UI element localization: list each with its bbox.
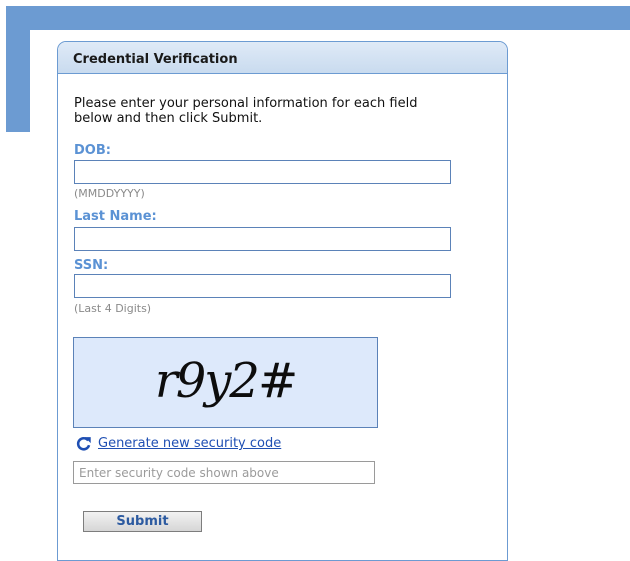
panel-title: Credential Verification (58, 42, 507, 74)
credential-verification-panel: Credential Verification Please enter you… (57, 41, 508, 561)
instructions-text: Please enter your personal information f… (74, 96, 418, 126)
generate-security-code-link[interactable]: Generate new security code (75, 435, 281, 452)
dob-label: DOB: (74, 143, 111, 158)
header-band (6, 6, 630, 30)
ssn-input[interactable] (74, 274, 451, 298)
ssn-hint: (Last 4 Digits) (74, 302, 152, 315)
dob-input[interactable] (74, 160, 451, 184)
submit-button[interactable]: Submit (83, 511, 202, 532)
captcha-image: r9y2# (73, 337, 378, 428)
last-name-label: Last Name: (74, 209, 157, 224)
side-band (6, 6, 30, 132)
generate-security-code-label: Generate new security code (98, 436, 282, 451)
security-code-input[interactable] (73, 461, 375, 484)
captcha-text: r9y2# (154, 353, 298, 409)
ssn-label: SSN: (74, 258, 109, 273)
last-name-input[interactable] (74, 227, 451, 251)
refresh-icon (75, 435, 92, 452)
dob-hint: (MMDDYYYY) (74, 187, 145, 200)
